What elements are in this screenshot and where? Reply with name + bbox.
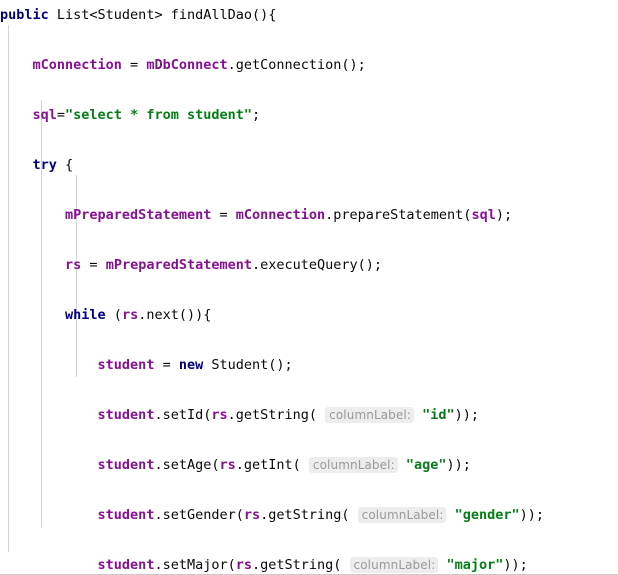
code-line[interactable]: mConnection = mDbConnect.getConnection()… [0,53,618,78]
code-token: .getString( [227,407,318,423]
code-token: )); [446,457,471,473]
code-token: Student(); [203,357,293,373]
code-line[interactable]: student.setGender(rs.getString( columnLa… [0,503,618,528]
code-token: ); [495,207,513,223]
code-token: )); [519,507,545,523]
code-token: ( [105,307,122,323]
code-token: .next()){ [138,307,212,323]
identifier-token: rs [65,257,82,273]
code-token: .getString( [252,557,342,573]
code-line[interactable]: mPreparedStatement = mConnection.prepare… [0,203,618,228]
code-line[interactable]: sql="select * from student"; [0,103,618,128]
identifier-token: mPreparedStatement [65,207,212,223]
code-token: .setGender( [154,507,244,523]
string-literal: "id" [422,407,455,423]
keyword-token: try [32,157,57,173]
identifier-token: sql [471,207,496,223]
code-token: = [211,207,236,223]
code-token: .getConnection(); [227,57,366,73]
parameter-hint-chip[interactable]: columnLabel: [349,557,439,573]
source-code-block[interactable]: public List<Student> findAllDao(){ mConn… [0,0,618,574]
keyword-token: public [0,7,49,23]
code-editor-viewport[interactable]: public List<Student> findAllDao(){ mConn… [0,0,618,575]
identifier-token: rs [211,407,228,423]
string-literal: "select * from student" [65,107,252,123]
code-line[interactable]: student.setId(rs.getString( columnLabel:… [0,403,618,428]
keyword-token: while [65,307,106,323]
code-token: .prepareStatement( [325,207,472,223]
string-literal: "gender" [454,507,520,523]
code-line[interactable]: student.setMajor(rs.getString( columnLab… [0,553,618,574]
code-line[interactable]: try { [0,153,618,178]
identifier-token: mConnection [235,207,326,223]
identifier-token: mPreparedStatement [105,257,252,273]
identifier-token: rs [235,557,252,573]
code-token: .getString( [260,507,350,523]
code-token: = [81,257,106,273]
identifier-token: student [97,407,155,423]
identifier-token: rs [121,307,139,323]
identifier-token: mDbConnect [146,57,228,73]
identifier-token: rs [243,507,261,523]
identifier-token: student [97,557,155,573]
identifier-token: student [97,357,155,373]
code-token: { [56,157,74,173]
code-token: = [121,57,147,73]
code-line[interactable]: student.setAge(rs.getInt( columnLabel: "… [0,453,618,478]
code-token: = [56,107,66,123]
code-token: .setMajor( [154,557,236,573]
code-token: List<Student> findAllDao(){ [48,7,277,23]
parameter-hint-chip[interactable]: columnLabel: [325,407,414,423]
code-token: .executeQuery(); [252,257,383,273]
code-line[interactable]: rs = mPreparedStatement.executeQuery(); [0,253,618,278]
code-line[interactable]: student = new Student(); [0,353,618,378]
code-line[interactable]: public List<Student> findAllDao(){ [0,3,618,28]
identifier-token: student [97,457,155,473]
identifier-token: rs [219,457,236,473]
parameter-hint-chip[interactable]: columnLabel: [357,507,447,523]
string-literal: "age" [405,457,447,473]
code-token: = [154,357,179,373]
code-line[interactable]: while (rs.next()){ [0,303,618,328]
code-token: .setAge( [154,457,220,473]
code-token: )); [503,557,528,573]
identifier-token: student [97,507,155,523]
code-token: .setId( [154,407,212,423]
code-token: ; [251,107,261,123]
code-token: .getInt( [235,457,301,473]
identifier-token: sql [32,107,57,123]
string-literal: "major" [446,557,504,573]
identifier-token: mConnection [32,57,122,73]
keyword-token: new [178,357,204,373]
parameter-hint-chip[interactable]: columnLabel: [308,457,398,473]
code-token: )); [454,407,480,423]
